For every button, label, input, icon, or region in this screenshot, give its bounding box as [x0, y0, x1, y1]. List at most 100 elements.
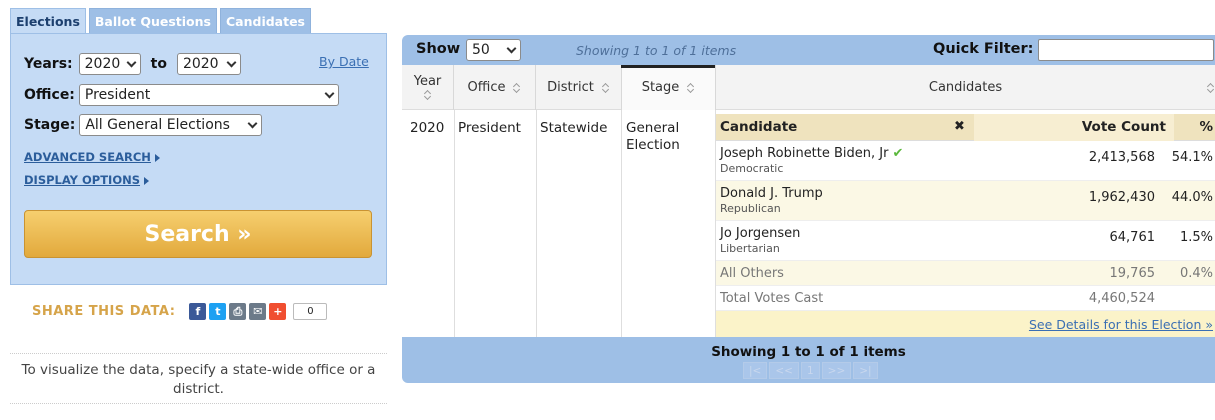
details-row: See Details for this Election » — [716, 311, 1215, 339]
checkmark-icon: ✔ — [892, 146, 904, 161]
total-votes-value: 4,460,524 — [1088, 291, 1155, 306]
first-page-button[interactable]: |< — [743, 362, 768, 379]
page-number-button[interactable]: 1 — [800, 362, 820, 379]
percent-col-header[interactable]: % — [1174, 114, 1215, 141]
showing-count-top: Showing 1 to 1 of 1 items — [576, 43, 737, 58]
total-votes-row: Total Votes Cast 4,460,524 — [716, 286, 1215, 311]
share-label: SHARE THIS DATA: — [32, 304, 176, 319]
chevron-down-icon — [506, 43, 517, 53]
vote-count-col-header[interactable]: Vote Count — [974, 114, 1174, 141]
results-footer: Showing 1 to 1 of 1 items |< << 1 >> >| — [402, 337, 1215, 383]
cell-stage: General Election — [626, 120, 680, 153]
chevron-down-icon — [247, 118, 258, 128]
cell-office: President — [458, 120, 521, 136]
col-office[interactable]: Office — [454, 65, 536, 110]
search-panel: Years: 2020 to 2020 By Date Office: Pres… — [10, 33, 387, 285]
column-divider — [454, 110, 455, 337]
candidate-votes: 2,413,568 — [1088, 150, 1155, 165]
candidate-party: Republican — [720, 202, 781, 215]
candidate-party: Libertarian — [720, 242, 780, 255]
search-button[interactable]: Search » — [24, 210, 372, 258]
close-icon[interactable]: ✖ — [954, 119, 965, 134]
office-value: President — [84, 87, 151, 103]
quick-filter-input[interactable] — [1038, 39, 1214, 61]
col-stage[interactable]: Stage — [622, 65, 716, 110]
divider — [10, 353, 387, 354]
all-others-percent: 0.4% — [1179, 266, 1213, 281]
col-district[interactable]: District — [536, 65, 622, 110]
page: Elections Ballot Questions Candidates Ye… — [0, 0, 1215, 420]
column-divider — [621, 110, 622, 337]
caret-right-icon — [154, 153, 160, 162]
candidate-name[interactable]: Jo Jorgensen — [720, 226, 800, 241]
chevron-down-icon — [324, 88, 335, 98]
all-others-votes: 19,765 — [1109, 266, 1156, 281]
last-page-button[interactable]: >| — [853, 362, 878, 379]
office-select[interactable]: President — [78, 84, 339, 106]
tab-candidates[interactable]: Candidates — [219, 8, 312, 33]
tab-elections[interactable]: Elections — [10, 8, 86, 33]
candidate-votes: 64,761 — [1109, 230, 1156, 245]
year-from-select[interactable]: 2020 — [78, 53, 141, 75]
col-year-label: Year — [413, 74, 442, 89]
display-options-link[interactable]: DISPLAY OPTIONS — [24, 173, 150, 187]
office-label: Office: — [24, 87, 75, 103]
share-count: 0 — [293, 303, 328, 320]
share-bar: SHARE THIS DATA: f t ⎙ ✉ + 0 — [32, 303, 328, 320]
candidates-header: Candidate ✖ Vote Count % — [716, 114, 1215, 141]
candidate-percent: 54.1% — [1171, 150, 1213, 165]
col-district-label: District — [547, 80, 594, 95]
stage-value: All General Elections — [85, 117, 230, 133]
email-icon[interactable]: ✉ — [249, 303, 267, 320]
office-row: Office: President — [24, 84, 339, 106]
col-candidates[interactable]: Candidates — [716, 65, 1215, 110]
col-year[interactable]: Year — [402, 65, 454, 110]
by-date-link[interactable]: By Date — [319, 54, 369, 69]
sort-icon — [602, 82, 610, 94]
col-stage-label: Stage — [641, 80, 680, 95]
page-size-value: 50 — [472, 42, 490, 58]
col-office-label: Office — [467, 80, 506, 95]
visualize-message: To visualize the data, specify a state-w… — [21, 362, 376, 397]
stage-select[interactable]: All General Elections — [79, 114, 263, 136]
stage-label: Stage: — [24, 117, 76, 133]
sort-icon — [424, 89, 432, 101]
candidate-percent: 1.5% — [1179, 230, 1213, 245]
twitter-icon[interactable]: t — [209, 303, 227, 320]
print-icon[interactable]: ⎙ — [229, 303, 247, 320]
cell-district: Statewide — [540, 120, 608, 136]
all-others-label: All Others — [720, 266, 784, 281]
election-details-link[interactable]: See Details for this Election » — [1029, 317, 1213, 332]
prev-page-button[interactable]: << — [769, 362, 799, 379]
page-size-select[interactable]: 50 — [466, 39, 521, 61]
results-toolbar: Show 50 Showing 1 to 1 of 1 items Quick … — [402, 35, 1215, 65]
chevron-down-icon — [126, 57, 137, 67]
year-to-select[interactable]: 2020 — [176, 53, 241, 75]
candidate-name-cell[interactable]: Joseph Robinette Biden, Jr ✔ — [720, 146, 903, 161]
show-label: Show — [416, 41, 461, 57]
next-page-button[interactable]: >> — [821, 362, 852, 379]
col-candidates-label: Candidates — [928, 80, 1003, 95]
candidates-table: Candidate ✖ Vote Count % Joseph Robinett… — [716, 114, 1215, 339]
candidate-votes: 1,962,430 — [1088, 190, 1155, 205]
candidate-name: Joseph Robinette Biden, Jr — [720, 146, 889, 161]
showing-count-bottom: Showing 1 to 1 of 1 items — [711, 344, 906, 360]
candidate-percent: 44.0% — [1171, 190, 1213, 205]
candidate-col-header[interactable]: Candidate — [716, 114, 973, 141]
tab-ballot-questions[interactable]: Ballot Questions — [88, 8, 217, 33]
years-row: Years: 2020 to 2020 — [24, 53, 241, 75]
plus-icon[interactable]: + — [269, 303, 287, 320]
cell-year: 2020 — [410, 120, 445, 136]
candidate-name[interactable]: Donald J. Trump — [720, 186, 823, 201]
stage-row: Stage: All General Elections — [24, 114, 263, 136]
facebook-icon[interactable]: f — [189, 303, 207, 320]
all-others-row: All Others 19,765 0.4% — [716, 261, 1215, 286]
candidate-row: Donald J. Trump Republican 1,962,430 44.… — [716, 181, 1215, 221]
search-tabs: Elections Ballot Questions Candidates — [10, 8, 314, 33]
candidate-row: Joseph Robinette Biden, Jr ✔ Democratic 2… — [716, 141, 1215, 181]
pagination: |< << 1 >> >| — [743, 362, 880, 379]
advanced-search-label: ADVANCED SEARCH — [24, 150, 151, 164]
advanced-search-link[interactable]: ADVANCED SEARCH — [24, 150, 160, 164]
chevron-down-icon — [226, 57, 237, 67]
sorted-column-indicator — [621, 65, 715, 68]
